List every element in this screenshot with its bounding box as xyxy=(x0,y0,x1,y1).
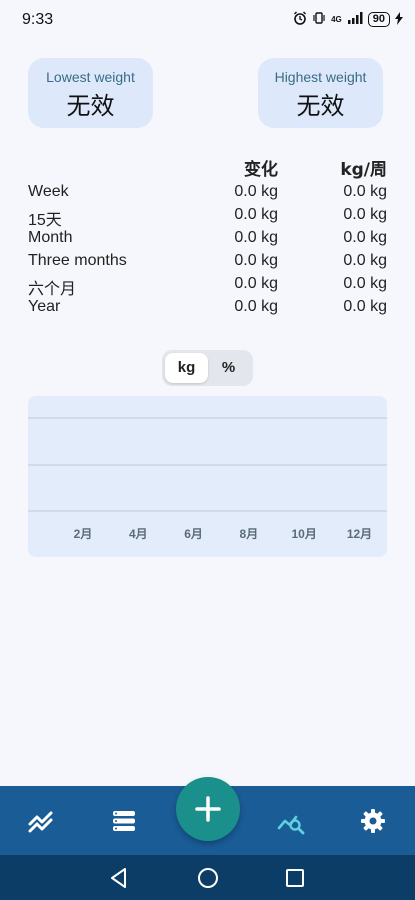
lowest-weight-value: 无效 xyxy=(66,92,115,120)
status-time: 9:33 xyxy=(22,11,54,28)
back-triangle-icon xyxy=(106,868,132,895)
stats-period: Week xyxy=(28,183,69,200)
stats-period: Month xyxy=(28,229,73,246)
charging-icon xyxy=(395,11,403,28)
stats-period: Three months xyxy=(28,252,127,269)
chart-x-tick-label: 10月 xyxy=(291,527,317,541)
home-circle-icon xyxy=(195,868,221,895)
nav-settings-button[interactable] xyxy=(358,806,388,836)
chart-gridline xyxy=(28,417,387,419)
stats-change: 0.0 kg xyxy=(234,298,278,315)
stats-rate: 0.0 kg xyxy=(343,275,387,292)
highest-weight-card: Highest weight 无效 xyxy=(258,58,383,128)
stats-row: Year 0.0 kg 0.0 kg xyxy=(28,298,388,321)
stats-row: 六个月 0.0 kg 0.0 kg xyxy=(28,275,388,298)
stats-change: 0.0 kg xyxy=(234,206,278,223)
stats-row: Three months 0.0 kg 0.0 kg xyxy=(28,252,388,275)
stats-table: 变化 kg/周 Week 0.0 kg 0.0 kg 15天 0.0 kg 0.… xyxy=(28,155,388,321)
stats-period: Year xyxy=(28,298,61,315)
alarm-icon xyxy=(293,11,307,28)
stats-row: Week 0.0 kg 0.0 kg xyxy=(28,183,388,206)
plus-icon xyxy=(176,796,240,845)
vibrate-icon xyxy=(312,11,326,28)
stats-rate: 0.0 kg xyxy=(343,206,387,223)
analysis-search-icon xyxy=(276,815,306,840)
stats-rate: 0.0 kg xyxy=(343,298,387,315)
status-bar: 9:33 4G 90 xyxy=(0,0,415,40)
unit-percent-option[interactable]: % xyxy=(207,353,250,383)
signal-icon xyxy=(347,12,363,27)
stats-period: 15天 xyxy=(28,212,62,229)
chart-x-tick-label: 4月 xyxy=(128,527,148,541)
chart-x-tick-label: 8月 xyxy=(239,527,259,541)
chart-gridline xyxy=(28,510,387,512)
stats-change: 0.0 kg xyxy=(234,229,278,246)
stats-change: 0.0 kg xyxy=(234,275,278,292)
stats-rate: 0.0 kg xyxy=(343,252,387,269)
stats-header-change: 变化 xyxy=(244,160,278,180)
status-icons: 4G 90 xyxy=(293,11,403,28)
home-button[interactable] xyxy=(195,865,221,891)
stats-row: 15天 0.0 kg 0.0 kg xyxy=(28,206,388,229)
nav-list-button[interactable] xyxy=(109,806,139,836)
stats-change: 0.0 kg xyxy=(234,252,278,269)
lowest-weight-title: Lowest weight xyxy=(46,69,135,85)
list-icon xyxy=(109,811,139,840)
stats-header-label xyxy=(28,155,203,183)
stats-rate: 0.0 kg xyxy=(343,229,387,246)
recents-button[interactable] xyxy=(282,865,308,891)
battery-level: 90 xyxy=(367,12,390,27)
network-type: 4G xyxy=(331,14,342,24)
trend-icon xyxy=(26,811,56,840)
stats-period: 六个月 xyxy=(28,281,77,298)
chart-x-tick-label: 2月 xyxy=(73,527,93,541)
stats-header-rate: kg/周 xyxy=(340,160,387,180)
highest-weight-title: Highest weight xyxy=(274,69,367,85)
chart-x-tick-label: 6月 xyxy=(184,527,203,541)
unit-kg-option[interactable]: kg xyxy=(165,353,208,383)
stats-header: 变化 kg/周 xyxy=(28,155,388,183)
nav-analysis-button[interactable] xyxy=(276,806,306,836)
add-entry-button[interactable] xyxy=(176,777,240,841)
recents-square-icon xyxy=(282,869,308,895)
lowest-weight-card: Lowest weight 无效 xyxy=(28,58,153,128)
weight-chart[interactable]: 2月 4月 6月 8月 10月 12月 xyxy=(28,396,387,557)
nav-trend-button[interactable] xyxy=(26,806,56,836)
highest-weight-value: 无效 xyxy=(296,92,345,120)
gear-icon xyxy=(358,809,388,840)
unit-toggle: kg % xyxy=(162,350,253,386)
chart-x-tick-label: 12月 xyxy=(346,527,373,541)
chart-gridline xyxy=(28,464,387,466)
stats-change: 0.0 kg xyxy=(234,183,278,200)
stats-rate: 0.0 kg xyxy=(343,183,387,200)
back-button[interactable] xyxy=(106,865,132,891)
system-nav xyxy=(0,855,415,900)
stats-row: Month 0.0 kg 0.0 kg xyxy=(28,229,388,252)
